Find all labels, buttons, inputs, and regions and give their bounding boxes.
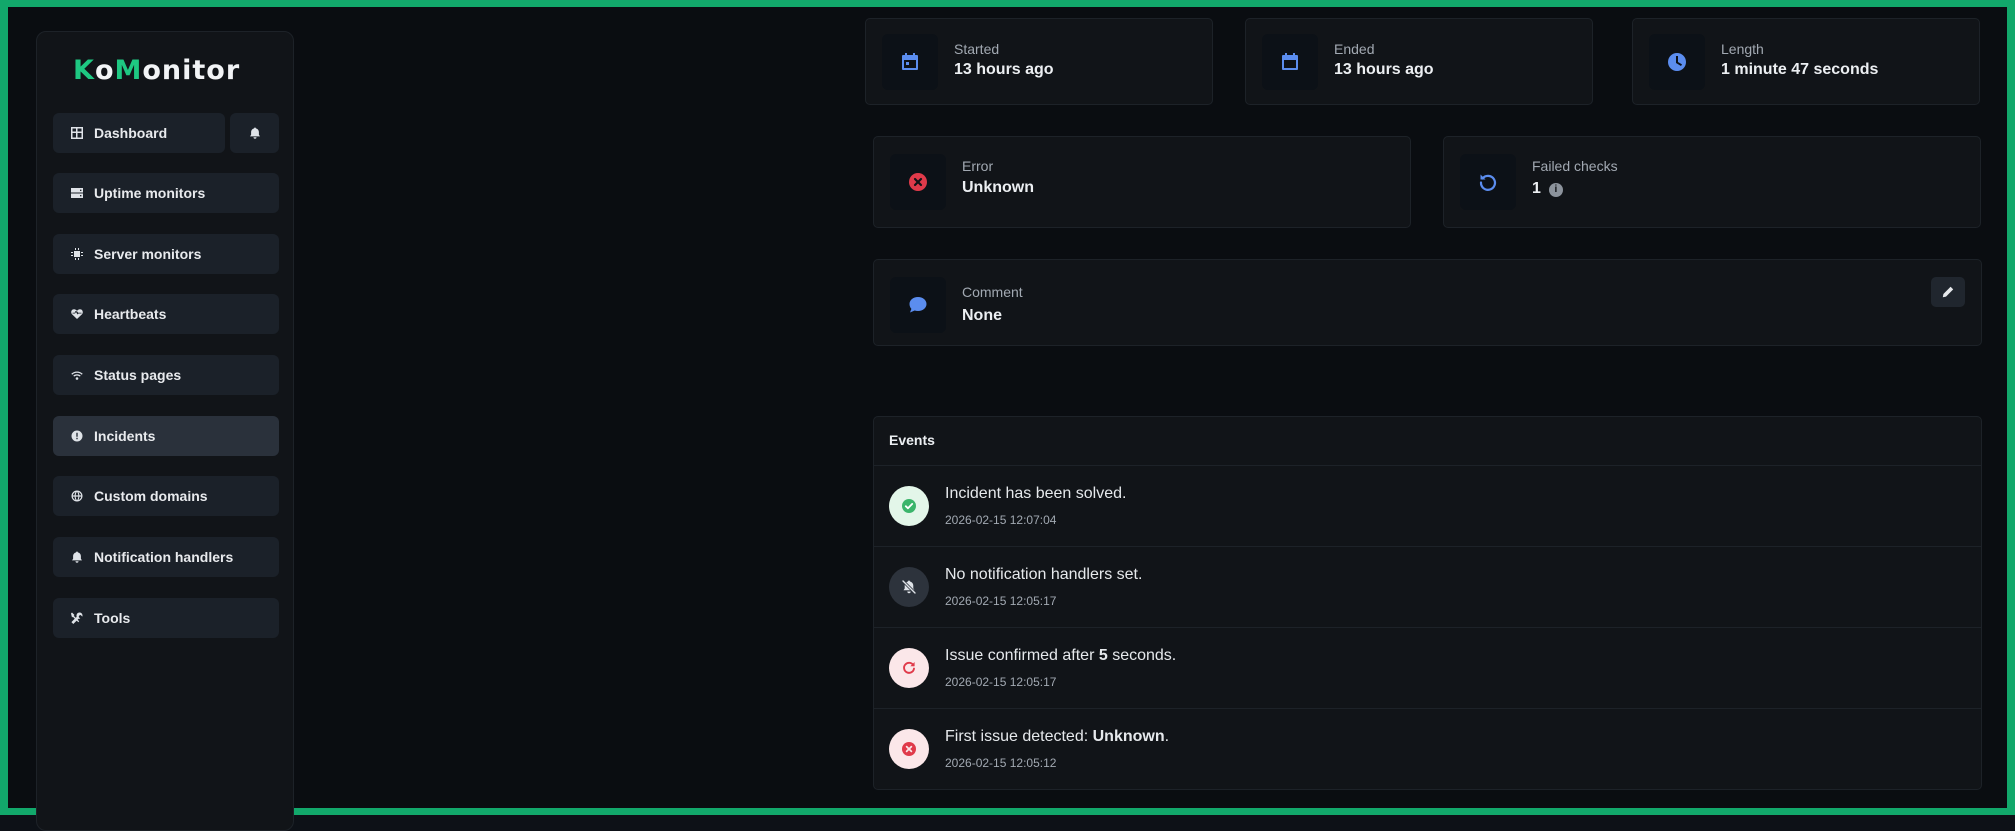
event-text: First issue detected: Unknown.: [945, 728, 1170, 745]
failed-checks-label: Failed checks: [1532, 158, 1618, 174]
check-circle-icon: [889, 486, 929, 526]
heart-pulse-icon: [70, 307, 84, 321]
exclamation-circle-icon: [70, 429, 84, 443]
wifi-icon: [70, 368, 84, 382]
events-title: Events: [889, 432, 935, 448]
clock-icon: [1649, 34, 1705, 90]
calendar-icon: [882, 34, 938, 90]
event-row: Issue confirmed after 5 seconds. 2026-02…: [874, 627, 1981, 708]
grid-icon: [70, 126, 84, 140]
event-text: Issue confirmed after 5 seconds.: [945, 647, 1177, 664]
length-value: 1 minute 47 seconds: [1721, 61, 1879, 78]
event-text: Incident has been solved.: [945, 485, 1127, 502]
logo-m: M: [114, 54, 143, 86]
ended-value: 13 hours ago: [1334, 61, 1434, 78]
ended-label: Ended: [1334, 41, 1375, 57]
sidebar-item-heartbeats[interactable]: Heartbeats: [53, 294, 279, 334]
info-icon[interactable]: i: [1548, 182, 1563, 197]
sidebar-item-label: Heartbeats: [94, 306, 167, 322]
started-card: Started 13 hours ago: [865, 18, 1213, 105]
comment-label: Comment: [962, 284, 1023, 300]
comment-value: None: [962, 307, 1002, 324]
event-time: 2026-02-15 12:05:12: [945, 756, 1057, 770]
rotate-left-icon: [1460, 154, 1516, 210]
calendar-icon: [1262, 34, 1318, 90]
event-row: Incident has been solved. 2026-02-15 12:…: [874, 465, 1981, 546]
server-icon: [70, 186, 84, 200]
sidebar-item-dashboard[interactable]: Dashboard: [53, 113, 225, 153]
sidebar-item-incidents[interactable]: Incidents: [53, 416, 279, 456]
event-time: 2026-02-15 12:05:17: [945, 675, 1057, 689]
comment-icon: [890, 277, 946, 333]
notifications-button[interactable]: [230, 113, 279, 153]
sidebar-item-label: Status pages: [94, 367, 182, 383]
length-card: Length 1 minute 47 seconds: [1632, 18, 1980, 105]
logo-o: o: [94, 54, 115, 86]
sidebar-item-label: Custom domains: [94, 488, 208, 504]
tools-icon: [70, 611, 84, 625]
error-value: Unknown: [962, 179, 1034, 196]
sidebar-item-label: Notification handlers: [94, 549, 234, 565]
logo[interactable]: Ko Monitor: [73, 52, 240, 88]
event-text: No notification handlers set.: [945, 566, 1143, 583]
sidebar-item-uptime-monitors[interactable]: Uptime monitors: [53, 173, 279, 213]
x-circle-icon: [890, 154, 946, 210]
sidebar-item-label: Server monitors: [94, 246, 202, 262]
logo-rest: onitor: [142, 54, 241, 86]
event-row: First issue detected: Unknown. 2026-02-1…: [874, 708, 1981, 789]
sidebar-item-label: Uptime monitors: [94, 185, 206, 201]
error-label: Error: [962, 158, 994, 174]
sidebar-item-server-monitors[interactable]: Server monitors: [53, 234, 279, 274]
event-row: No notification handlers set. 2026-02-15…: [874, 546, 1981, 627]
sidebar-item-tools[interactable]: Tools: [53, 598, 279, 638]
sidebar-item-notification-handlers[interactable]: Notification handlers: [53, 537, 279, 577]
chip-icon: [70, 247, 84, 261]
failed-checks-card: Failed checks 1i: [1443, 136, 1981, 228]
started-value: 13 hours ago: [954, 61, 1054, 78]
bell-icon: [70, 550, 84, 564]
sidebar-item-status-pages[interactable]: Status pages: [53, 355, 279, 395]
sidebar-item-label: Tools: [94, 610, 131, 626]
globe-icon: [70, 489, 84, 503]
rotate-right-icon: [889, 648, 929, 688]
sidebar: Ko Monitor Dashboard Uptime monitors Serv…: [36, 31, 294, 831]
ended-card: Ended 13 hours ago: [1245, 18, 1593, 105]
event-time: 2026-02-15 12:05:17: [945, 594, 1057, 608]
failed-checks-value-row: 1i: [1532, 180, 1563, 198]
logo-k: K: [73, 54, 95, 86]
started-label: Started: [954, 41, 1000, 57]
bell-icon: [248, 126, 262, 140]
failed-checks-value: 1: [1532, 180, 1541, 197]
pencil-icon: [1942, 286, 1954, 298]
x-circle-icon: [889, 729, 929, 769]
edit-comment-button[interactable]: [1931, 277, 1965, 307]
sidebar-item-label: Dashboard: [94, 125, 168, 141]
error-card: Error Unknown: [873, 136, 1411, 228]
app-frame: Ko Monitor Dashboard Uptime monitors Serv…: [0, 0, 2015, 831]
bell-slash-icon: [889, 567, 929, 607]
event-time: 2026-02-15 12:07:04: [945, 513, 1057, 527]
length-label: Length: [1721, 41, 1764, 57]
events-panel: Events Incident has been solved. 2026-02…: [873, 416, 1982, 790]
sidebar-item-label: Incidents: [94, 428, 156, 444]
sidebar-item-custom-domains[interactable]: Custom domains: [53, 476, 279, 516]
comment-card: Comment None: [873, 259, 1982, 346]
